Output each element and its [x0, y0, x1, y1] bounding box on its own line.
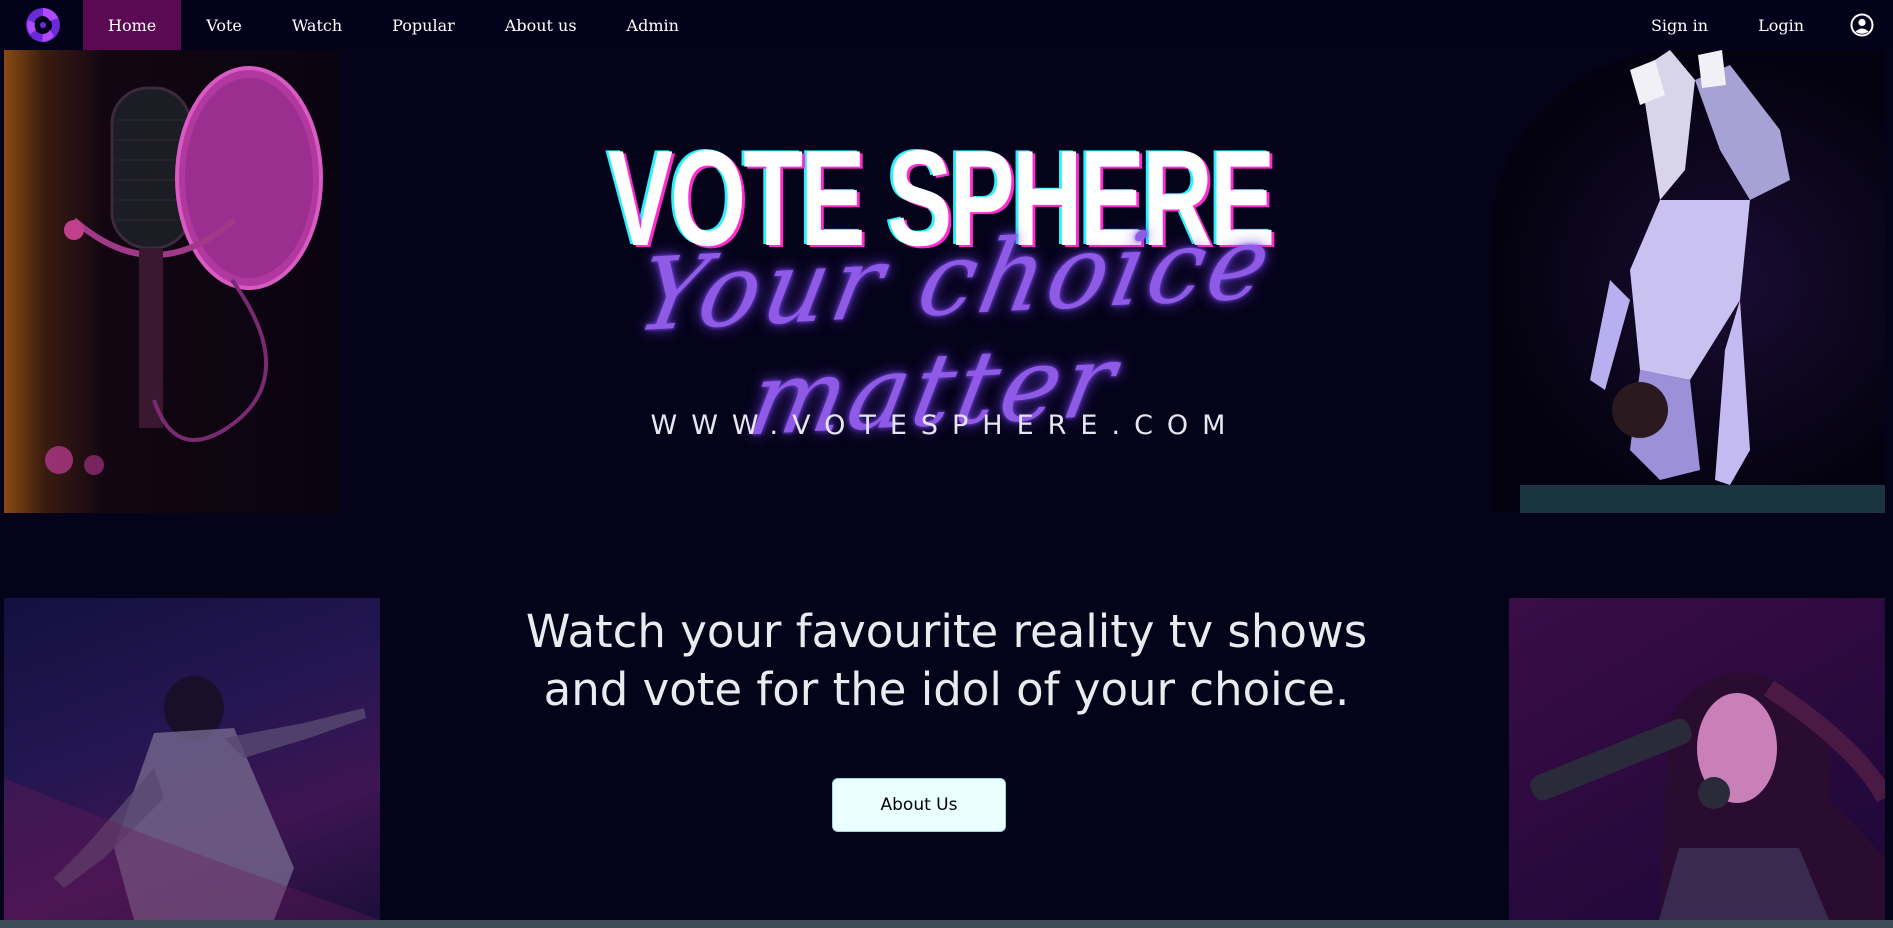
orb-logo-icon[interactable]	[23, 5, 63, 45]
microphone-photo	[4, 50, 339, 513]
nav-vote[interactable]: Vote	[181, 0, 267, 50]
login-link[interactable]: Login	[1733, 0, 1829, 50]
horizontal-scrollbar[interactable]	[0, 920, 1893, 928]
singer-photo	[1509, 598, 1885, 920]
nav-watch[interactable]: Watch	[267, 0, 367, 50]
top-navbar: Home Vote Watch Popular About us Admin S…	[0, 0, 1893, 50]
user-circle-icon[interactable]	[1849, 12, 1875, 38]
tagline: Watch your favourite reality tv shows an…	[400, 603, 1493, 719]
dancer-photo	[4, 598, 380, 920]
tagline-line-2: and vote for the idol of your choice.	[543, 663, 1350, 716]
nav-home[interactable]: Home	[83, 0, 182, 50]
nav-about-us[interactable]: About us	[480, 0, 602, 50]
breakdancer-photo	[1490, 50, 1885, 513]
sign-in-link[interactable]: Sign in	[1626, 0, 1733, 50]
about-us-button[interactable]: About Us	[832, 778, 1006, 832]
nav-popular[interactable]: Popular	[367, 0, 480, 50]
tagline-line-1: Watch your favourite reality tv shows	[525, 605, 1368, 658]
nav-admin[interactable]: Admin	[602, 0, 704, 50]
hero-url: WWW.VOTESPHERE.COM	[650, 410, 1240, 441]
nav-right-group: Sign in Login	[1626, 0, 1893, 50]
